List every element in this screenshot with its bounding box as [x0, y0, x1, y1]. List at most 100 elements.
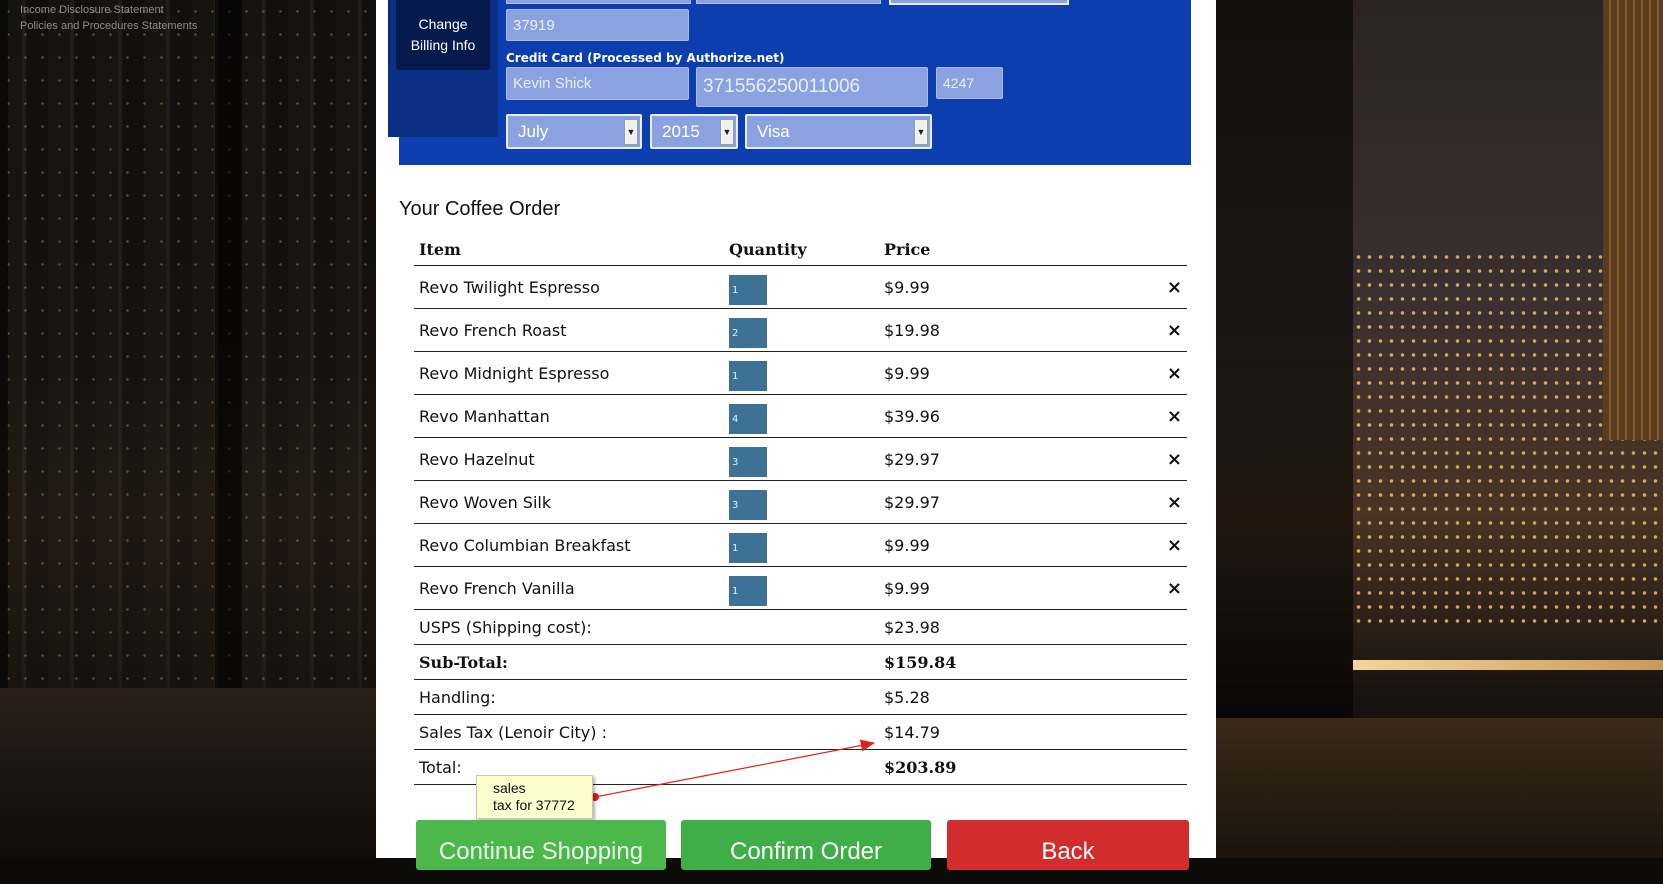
- exp-year-value: 2015: [662, 121, 700, 141]
- item-quantity-cell: 1: [724, 351, 879, 395]
- quantity-input[interactable]: 3: [729, 489, 767, 520]
- sales-tax-row: Sales Tax (Lenoir City) : $14.79: [414, 714, 1187, 750]
- summary-value: $14.79: [879, 714, 1187, 750]
- item-price: $9.99: [879, 523, 1079, 567]
- table-row: Revo Twilight Espresso 1 $9.99 ×: [414, 265, 1187, 309]
- quantity-input[interactable]: 4: [729, 403, 767, 434]
- confirm-order-button[interactable]: Confirm Order: [681, 820, 931, 870]
- remove-item-icon[interactable]: ×: [1079, 437, 1187, 481]
- background-city-left: [0, 0, 376, 858]
- quantity-input[interactable]: 1: [729, 360, 767, 391]
- card-type-value: Visa: [757, 121, 790, 141]
- chevron-down-icon: ▼: [914, 119, 928, 145]
- credit-card-label: Credit Card (Processed by Authorize.net): [506, 51, 785, 65]
- item-price: $9.99: [879, 265, 1079, 309]
- item-quantity-cell: 1: [724, 523, 879, 567]
- table-header-row: Item Quantity Price: [414, 230, 1187, 266]
- summary-value: $23.98: [879, 609, 1187, 645]
- billing-panel: Change Billing Info 37919 Credit Card (P…: [388, 0, 1191, 165]
- quantity-input[interactable]: 2: [729, 317, 767, 348]
- quantity-input[interactable]: 1: [729, 575, 767, 606]
- annotation-line: tax for 37772: [493, 797, 575, 813]
- chevron-down-icon: ▼: [720, 119, 734, 145]
- item-quantity-cell: 2: [724, 308, 879, 352]
- item-price: $39.96: [879, 394, 1079, 438]
- quantity-input[interactable]: 1: [729, 532, 767, 563]
- item-name: Revo French Vanilla: [414, 566, 724, 610]
- item-price: $29.97: [879, 480, 1079, 524]
- address-field-clipped[interactable]: [506, 0, 691, 4]
- quantity-input[interactable]: 3: [729, 446, 767, 477]
- exp-year-select[interactable]: 2015 ▼: [650, 114, 738, 149]
- river-left: [0, 688, 376, 858]
- item-price: $9.99: [879, 351, 1079, 395]
- order-table: Item Quantity Price Revo Twilight Espres…: [414, 230, 1187, 785]
- item-name: Revo Hazelnut: [414, 437, 724, 481]
- item-quantity-cell: 4: [724, 394, 879, 438]
- footer-links: Income Disclosure Statement Policies and…: [20, 2, 197, 34]
- policies-procedures-link[interactable]: Policies and Procedures Statements: [20, 18, 197, 34]
- remove-item-icon[interactable]: ×: [1079, 394, 1187, 438]
- remove-item-icon[interactable]: ×: [1079, 566, 1187, 610]
- item-quantity-cell: 1: [724, 265, 879, 309]
- skyscraper: [1603, 0, 1663, 440]
- card-type-select[interactable]: Visa ▼: [745, 114, 932, 149]
- table-row: Revo French Vanilla 1 $9.99 ×: [414, 566, 1187, 610]
- background-city-right: [1216, 0, 1663, 858]
- cardholder-name-field[interactable]: Kevin Shick: [506, 67, 689, 100]
- remove-item-icon[interactable]: ×: [1079, 523, 1187, 567]
- item-price: $29.97: [879, 437, 1079, 481]
- table-row: Revo Columbian Breakfast 1 $9.99 ×: [414, 523, 1187, 567]
- change-billing-container: Change Billing Info: [388, 0, 498, 137]
- chevron-down-icon: ▼: [624, 119, 638, 145]
- state-select-clipped[interactable]: [889, 0, 1069, 5]
- handling-row: Handling: $5.28: [414, 679, 1187, 715]
- item-name: Revo Columbian Breakfast: [414, 523, 724, 567]
- river-right: [1216, 718, 1663, 858]
- back-button[interactable]: Back: [947, 820, 1189, 870]
- subtotal-row: Sub-Total: $159.84: [414, 644, 1187, 680]
- change-billing-label: Change Billing Info: [410, 16, 476, 53]
- summary-label: USPS (Shipping cost):: [414, 609, 879, 645]
- summary-label: Sub-Total:: [414, 644, 879, 680]
- item-name: Revo French Roast: [414, 308, 724, 352]
- remove-item-icon[interactable]: ×: [1079, 480, 1187, 524]
- item-price: $19.98: [879, 308, 1079, 352]
- item-name: Revo Woven Silk: [414, 480, 724, 524]
- item-name: Revo Manhattan: [414, 394, 724, 438]
- remove-item-icon[interactable]: ×: [1079, 351, 1187, 395]
- city-field-clipped[interactable]: [696, 0, 881, 4]
- remove-item-icon[interactable]: ×: [1079, 308, 1187, 352]
- shipping-row: USPS (Shipping cost): $23.98: [414, 609, 1187, 645]
- annotation-note: sales tax for 37772: [476, 775, 593, 819]
- column-header-quantity: Quantity: [724, 230, 879, 266]
- summary-value: $203.89: [879, 749, 1187, 785]
- income-disclosure-link[interactable]: Income Disclosure Statement: [20, 2, 197, 18]
- change-billing-button[interactable]: Change Billing Info: [396, 0, 490, 70]
- summary-label: Handling:: [414, 679, 879, 715]
- annotation-line: sales: [493, 780, 526, 796]
- exp-month-value: July: [518, 121, 549, 141]
- quantity-input[interactable]: 1: [729, 274, 767, 305]
- table-row: Revo Hazelnut 3 $29.97 ×: [414, 437, 1187, 481]
- item-name: Revo Twilight Espresso: [414, 265, 724, 309]
- column-header-remove: [1079, 230, 1187, 266]
- table-row: Revo Midnight Espresso 1 $9.99 ×: [414, 351, 1187, 395]
- summary-value: $5.28: [879, 679, 1187, 715]
- remove-item-icon[interactable]: ×: [1079, 265, 1187, 309]
- zip-field[interactable]: 37919: [506, 9, 689, 41]
- summary-label: Sales Tax (Lenoir City) :: [414, 714, 879, 750]
- exp-month-select[interactable]: July ▼: [506, 114, 642, 149]
- item-quantity-cell: 1: [724, 566, 879, 610]
- continue-shopping-button[interactable]: Continue Shopping: [416, 820, 666, 870]
- item-name: Revo Midnight Espresso: [414, 351, 724, 395]
- table-row: Revo Woven Silk 3 $29.97 ×: [414, 480, 1187, 524]
- main-content: Change Billing Info 37919 Credit Card (P…: [376, 0, 1216, 858]
- item-price: $9.99: [879, 566, 1079, 610]
- card-number-field[interactable]: 371556250011006: [696, 67, 928, 107]
- lit-bridge: [1353, 660, 1663, 670]
- cvv-field[interactable]: 4247: [936, 67, 1003, 99]
- item-quantity-cell: 3: [724, 437, 879, 481]
- item-quantity-cell: 3: [724, 480, 879, 524]
- order-title: Your Coffee Order: [399, 198, 561, 220]
